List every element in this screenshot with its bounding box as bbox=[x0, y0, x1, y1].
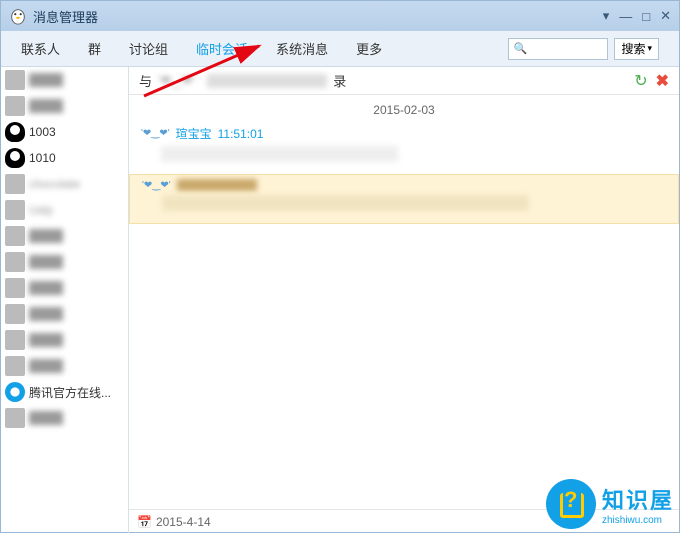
contact-name: 1003 bbox=[29, 125, 56, 139]
contact-item[interactable]: ████ bbox=[1, 67, 128, 93]
search-box[interactable]: 🔍 bbox=[508, 38, 608, 60]
dropdown-icon[interactable]: ▾ bbox=[603, 8, 610, 24]
message-sender: 瑄宝宝 bbox=[176, 125, 212, 142]
chevron-down-icon: ▾ bbox=[647, 43, 652, 54]
watermark-url: zhishiwu.com bbox=[602, 515, 674, 526]
avatar bbox=[5, 382, 25, 402]
tab-system-messages[interactable]: 系统消息 bbox=[276, 39, 328, 58]
heart-icon: '❤‿❤' bbox=[141, 128, 170, 139]
date-separator: 2015-02-03 bbox=[129, 95, 679, 121]
avatar bbox=[5, 408, 25, 428]
contact-name: ████ bbox=[29, 73, 63, 87]
watermark-title: 知识屋 bbox=[602, 483, 674, 515]
contact-name: ████ bbox=[29, 411, 63, 425]
contact-name: ████ bbox=[29, 307, 63, 321]
contact-item[interactable]: ████ bbox=[1, 405, 128, 431]
contact-item[interactable]: 腾讯官方在线... bbox=[1, 379, 128, 405]
tab-discussions[interactable]: 讨论组 bbox=[129, 39, 168, 58]
contact-name: ████ bbox=[29, 99, 63, 113]
avatar bbox=[5, 278, 25, 298]
contact-name: Ualy bbox=[29, 203, 53, 217]
contact-name: ████ bbox=[29, 281, 63, 295]
avatar bbox=[5, 330, 25, 350]
contact-item[interactable]: ████ bbox=[1, 353, 128, 379]
contact-item[interactable]: Ualy bbox=[1, 197, 128, 223]
contact-name: ████ bbox=[29, 229, 63, 243]
watermark: 知识屋 zhishiwu.com bbox=[546, 479, 674, 529]
contact-item[interactable]: 1003 bbox=[1, 119, 128, 145]
contact-item[interactable]: ████ bbox=[1, 223, 128, 249]
contact-name: chocolate bbox=[29, 177, 80, 191]
avatar bbox=[5, 304, 25, 324]
footer-date: 2015-4-14 bbox=[156, 515, 211, 529]
tab-temp-sessions[interactable]: 临时会话 bbox=[196, 39, 248, 58]
contact-item[interactable]: ████ bbox=[1, 327, 128, 353]
contact-item[interactable]: ████ bbox=[1, 301, 128, 327]
message: '❤‿❤' 瑄宝宝 11:51:01 bbox=[129, 121, 679, 174]
search-button[interactable]: 搜索 ▾ bbox=[614, 38, 659, 60]
avatar bbox=[5, 122, 25, 142]
tab-groups[interactable]: 群 bbox=[88, 39, 101, 58]
contact-item[interactable]: ████ bbox=[1, 249, 128, 275]
heart-icon: '❤‿❤' bbox=[142, 180, 171, 191]
contact-item[interactable]: chocolate bbox=[1, 171, 128, 197]
search-input[interactable] bbox=[527, 42, 603, 56]
contact-name: ████ bbox=[29, 255, 63, 269]
contact-item[interactable]: ████ bbox=[1, 93, 128, 119]
minimize-button[interactable]: — bbox=[619, 9, 632, 24]
message-body bbox=[161, 146, 398, 162]
maximize-button[interactable]: □ bbox=[642, 9, 650, 24]
avatar bbox=[5, 252, 25, 272]
message-time: 11:51:01 bbox=[218, 127, 264, 141]
avatar bbox=[5, 356, 25, 376]
calendar-icon[interactable]: 📅 bbox=[137, 515, 152, 529]
chat-panel: 与 '❤‿❤' 录 ↻ ✖ 2015-02-03 '❤‿❤' 瑄宝宝 11:51… bbox=[129, 67, 679, 533]
contact-item[interactable]: 1010 bbox=[1, 145, 128, 171]
window-title: 消息管理器 bbox=[33, 7, 603, 26]
sidebar: ████ ████ 1003 1010 chocolate Ualy ████ ████ ███… bbox=[1, 67, 129, 533]
avatar bbox=[5, 70, 25, 90]
tab-contacts[interactable]: 联系人 bbox=[21, 39, 60, 58]
delete-icon[interactable]: ✖ bbox=[656, 71, 669, 91]
avatar bbox=[5, 148, 25, 168]
contact-name: ████ bbox=[29, 333, 63, 347]
app-icon bbox=[9, 7, 27, 25]
avatar bbox=[5, 96, 25, 116]
close-button[interactable]: ✕ bbox=[660, 8, 671, 24]
avatar bbox=[5, 174, 25, 194]
tab-more[interactable]: 更多 bbox=[356, 39, 382, 58]
contact-name: ████ bbox=[29, 359, 63, 373]
avatar bbox=[5, 226, 25, 246]
contact-name: 1010 bbox=[29, 151, 56, 165]
message-sender bbox=[177, 179, 257, 191]
search-icon: 🔍 bbox=[513, 42, 527, 55]
message-highlighted[interactable]: '❤‿❤' bbox=[129, 174, 679, 224]
titlebar: 消息管理器 ▾ — □ ✕ bbox=[1, 1, 679, 31]
avatar bbox=[5, 200, 25, 220]
contact-item[interactable]: ████ bbox=[1, 275, 128, 301]
toolbar: 联系人 群 讨论组 临时会话 系统消息 更多 🔍 搜索 ▾ bbox=[1, 31, 679, 67]
refresh-icon[interactable]: ↻ bbox=[634, 71, 647, 91]
message-body bbox=[162, 195, 529, 211]
watermark-badge-icon bbox=[546, 479, 596, 529]
chat-header: 与 '❤‿❤' 录 ↻ ✖ bbox=[129, 67, 679, 95]
contact-name: 腾讯官方在线... bbox=[29, 384, 111, 401]
